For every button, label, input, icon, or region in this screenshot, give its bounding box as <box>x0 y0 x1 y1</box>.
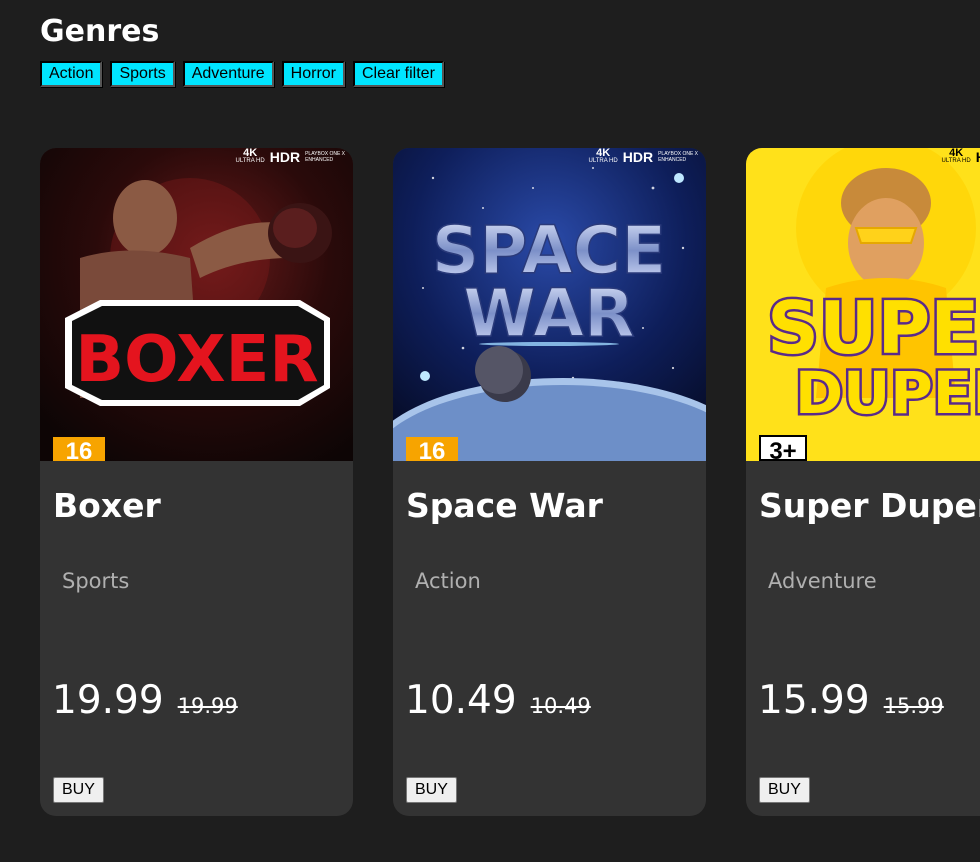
original-price: 19.99 <box>177 694 238 718</box>
current-price: 19.99 <box>52 678 164 723</box>
cover-title-line1: SUPER <box>767 286 980 370</box>
original-price: 15.99 <box>883 694 944 718</box>
game-genre: Sports <box>62 569 130 593</box>
game-title: Space War <box>406 486 603 525</box>
game-cover-image: BOXER 4K ULTRA HD HDR PLAYBOX ONE X ENHANC… <box>40 148 353 461</box>
price-row: 19.99 19.99 <box>52 678 238 723</box>
clear-filter-button[interactable]: Clear filter <box>353 61 444 87</box>
current-price: 10.49 <box>405 678 517 723</box>
super-duper-cover-art: SUPER DUPER <box>746 148 980 461</box>
filter-action-button[interactable]: Action <box>40 61 103 87</box>
buy-button[interactable]: BUY <box>759 777 810 803</box>
buy-button[interactable]: BUY <box>406 777 457 803</box>
store-page: Genres Action Sports Adventure Horror Cl… <box>0 0 980 862</box>
playbox-badge: PLAYBOX ONE X ENHANCED <box>305 150 345 163</box>
cover-title-line2: DUPER <box>795 359 980 427</box>
space-war-cover-art: SPACE WAR <box>393 148 706 461</box>
game-card-list: BOXER 4K ULTRA HD HDR PLAYBOX ONE X ENHANC… <box>40 148 980 816</box>
game-card: SUPER DUPER 4KULTRA HD HDR PLAYBOX ONE X… <box>746 148 980 816</box>
hdr-badge: HDR <box>622 148 654 165</box>
game-genre: Action <box>415 569 481 593</box>
game-card: SPACE WAR 4K ULTRA HD HDR PLAYBOX ONE X EN… <box>393 148 706 816</box>
hdr-badge: HDR <box>269 148 301 165</box>
buy-button[interactable]: BUY <box>53 777 104 803</box>
game-title: Super Duper <box>759 486 980 525</box>
genre-filter-bar: Action Sports Adventure Horror Clear fil… <box>40 61 444 87</box>
game-cover-image: SPACE WAR 4K ULTRA HD HDR PLAYBOX ONE X EN… <box>393 148 706 461</box>
filter-horror-button[interactable]: Horror <box>281 61 345 87</box>
game-title: Boxer <box>53 486 161 525</box>
playbox-badge: PLAYBOX ONE X ENHANCED <box>658 150 698 163</box>
game-card: BOXER 4K ULTRA HD HDR PLAYBOX ONE X ENHANC… <box>40 148 353 816</box>
cover-title-text: BOXER <box>75 323 318 397</box>
age-rating-badge: 16 <box>406 437 458 461</box>
price-row: 15.99 15.99 <box>758 678 944 723</box>
price-row: 10.49 10.49 <box>405 678 591 723</box>
original-price: 10.49 <box>530 694 591 718</box>
game-genre: Adventure <box>768 569 877 593</box>
cover-title-line2: WAR <box>463 275 635 352</box>
age-rating-badge: 16 <box>53 437 105 461</box>
genres-heading: Genres <box>40 14 160 49</box>
game-cover-image: SUPER DUPER 4KULTRA HD HDR PLAYBOX ONE X… <box>746 148 980 461</box>
current-price: 15.99 <box>758 678 870 723</box>
cover-badges: 4KULTRA HD HDR PLAYBOX ONE XENHANCED <box>942 148 980 165</box>
filter-sports-button[interactable]: Sports <box>110 61 175 87</box>
cover-badges: 4KULTRA HD HDR PLAYBOX ONE XENHANCED <box>235 148 346 165</box>
filter-adventure-button[interactable]: Adventure <box>182 61 274 87</box>
cover-badges: 4KULTRA HD HDR PLAYBOX ONE XENHANCED <box>588 148 699 165</box>
boxer-cover-art: BOXER <box>40 148 353 461</box>
age-rating-badge: 3+ <box>759 435 807 461</box>
hdr-badge: HDR <box>976 149 980 165</box>
